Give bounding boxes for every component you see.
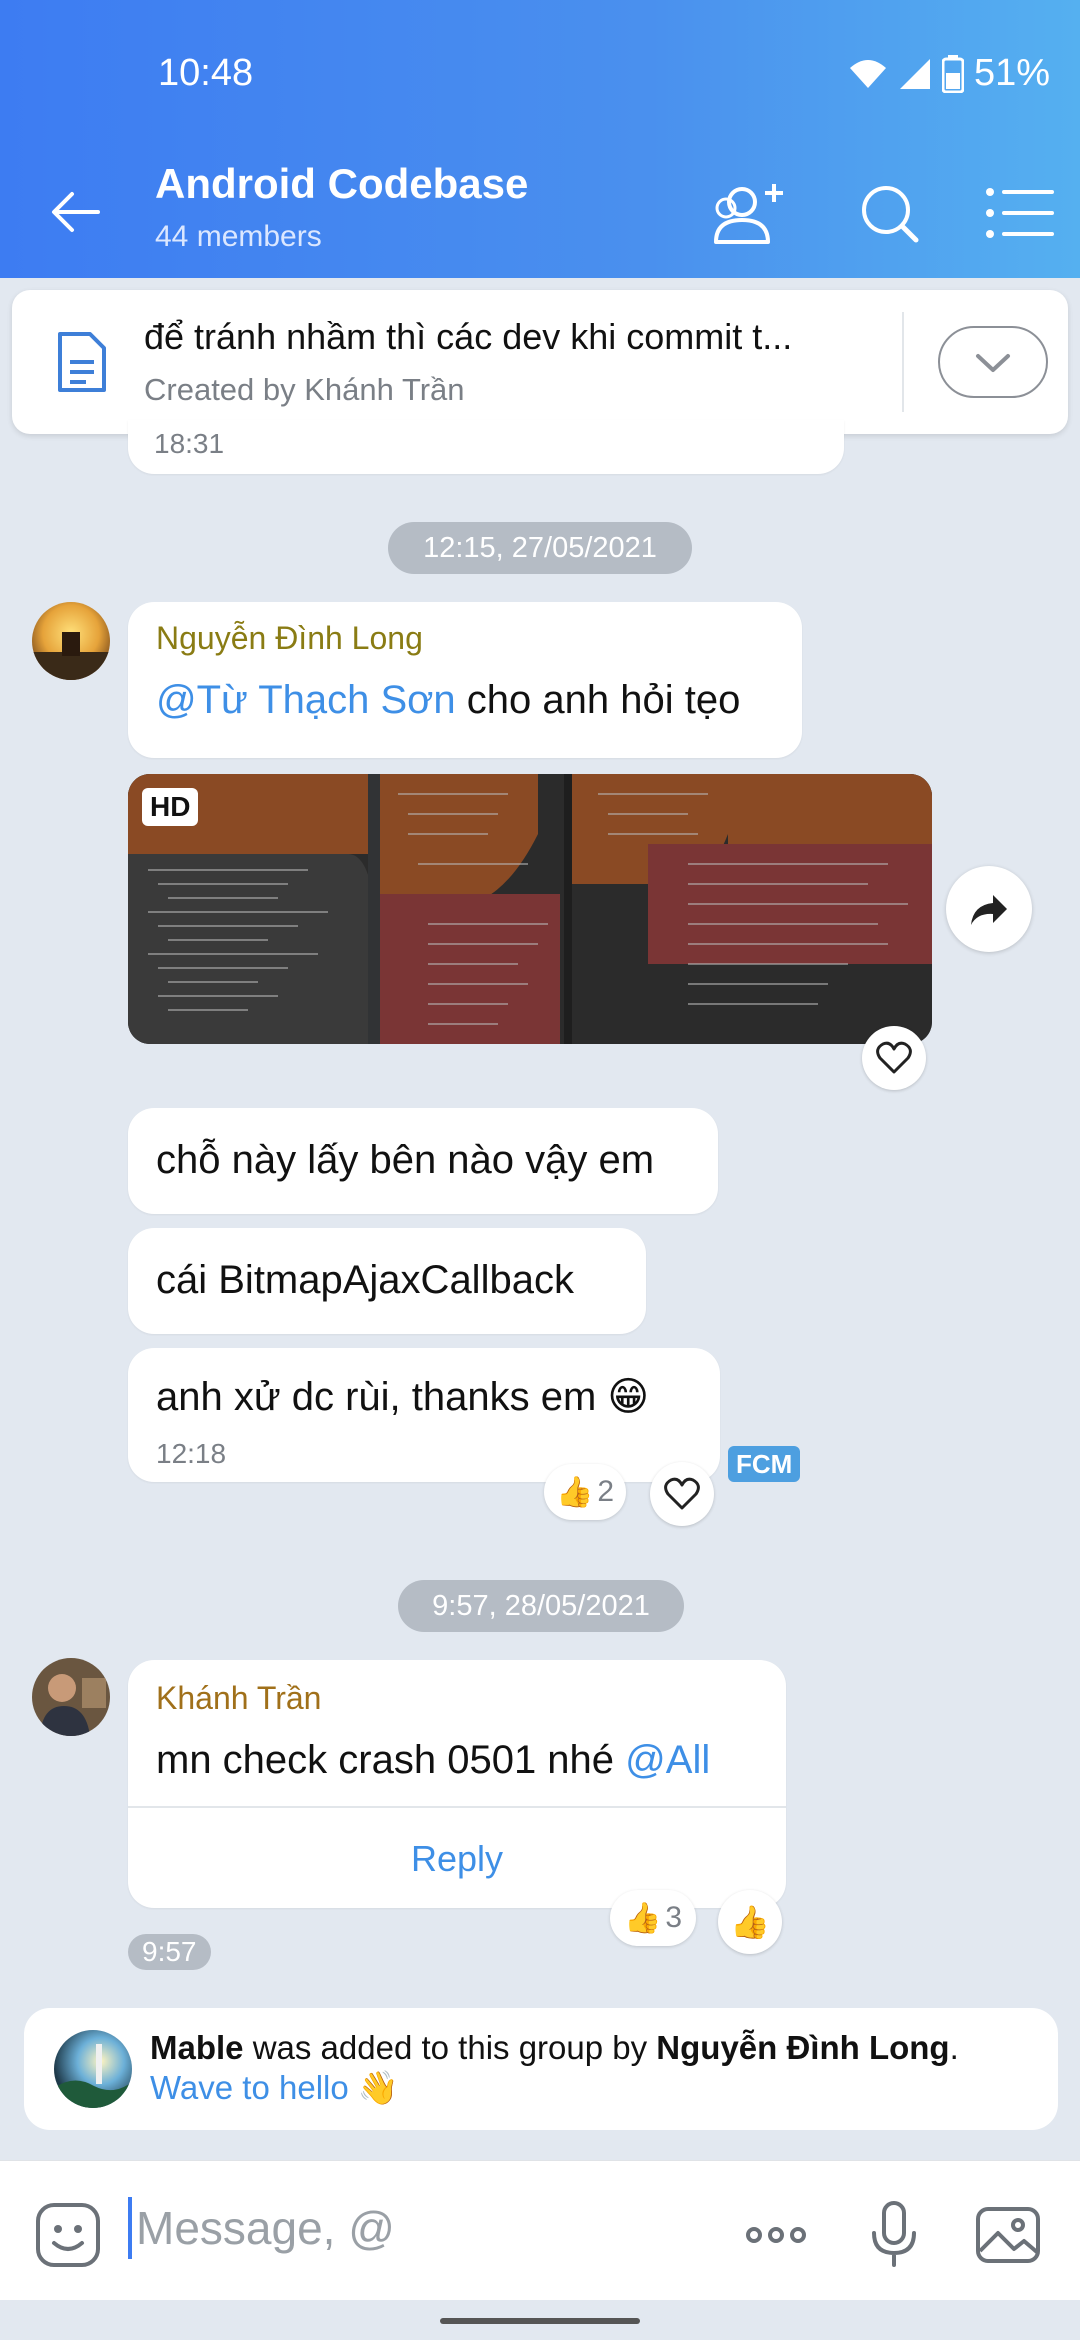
message-text: cái BitmapAjaxCallback <box>156 1258 574 1302</box>
reply-button[interactable]: Reply <box>128 1810 786 1908</box>
more-options-icon[interactable] <box>740 2199 812 2271</box>
pinned-message[interactable]: để tránh nhầm thì các dev khi commit t..… <box>12 290 1068 434</box>
member-count: 44 members <box>155 220 322 253</box>
user-name[interactable]: Nguyễn Đình Long <box>656 2029 949 2066</box>
thumbs-up-icon: 👍 <box>623 1901 662 1935</box>
back-arrow-icon[interactable] <box>44 180 108 244</box>
hd-badge: HD <box>142 788 199 826</box>
react-button[interactable] <box>650 1462 714 1526</box>
app-header: 10:48 51% Android Codebase 44 members <box>0 0 1080 278</box>
pinned-text: để tránh nhầm thì các dev khi commit t..… <box>144 316 793 357</box>
date-separator: 12:15, 27/05/2021 <box>388 522 692 574</box>
chevron-down-icon <box>976 354 1010 372</box>
message-text: mn check crash 0501 nhé @All <box>156 1738 711 1782</box>
status-time: 10:48 <box>158 52 254 94</box>
emoji-sticker-icon[interactable] <box>32 2199 104 2271</box>
message-bubble[interactable]: cái BitmapAjaxCallback <box>128 1228 646 1334</box>
thumbs-up-icon: 👍 <box>730 1904 770 1940</box>
wifi-icon <box>849 59 886 88</box>
system-notice: Mable was added to this group by Nguyễn … <box>24 2008 1058 2130</box>
react-button[interactable]: 👍 <box>718 1890 782 1954</box>
message-time: 18:31 <box>154 428 225 459</box>
forward-arrow-icon <box>971 895 1007 925</box>
avatar[interactable] <box>32 602 110 680</box>
status-icons: 51% <box>848 52 1050 95</box>
document-icon <box>58 332 106 392</box>
message-text: chỗ này lấy bên nào vậy em <box>156 1138 655 1182</box>
avatar[interactable] <box>54 2030 132 2108</box>
react-button[interactable] <box>862 1026 926 1090</box>
pinned-creator: Created by Khánh Trần <box>144 372 465 407</box>
expand-button[interactable] <box>938 326 1048 398</box>
user-name[interactable]: Mable <box>150 2029 244 2066</box>
message-text: @Từ Thạch Sơn cho anh hỏi tẹo <box>156 678 741 722</box>
message-bubble[interactable]: Nguyễn Đình Long @Từ Thạch Sơn cho anh h… <box>128 602 802 758</box>
heart-icon <box>876 1041 912 1074</box>
reaction-summary[interactable]: 👍 3 <box>610 1890 696 1946</box>
text-caret <box>128 2197 132 2259</box>
reaction-summary[interactable]: 👍 2 <box>544 1464 626 1520</box>
search-icon[interactable] <box>846 178 936 248</box>
battery-level: 51% <box>973 52 1050 94</box>
message-bubble[interactable]: Khánh Trần mn check crash 0501 nhé @All … <box>128 1660 786 1908</box>
heart-icon <box>664 1477 700 1510</box>
forward-button[interactable] <box>946 866 1032 952</box>
message-time: 12:18 <box>156 1438 227 1469</box>
message-bubble[interactable]: chỗ này lấy bên nào vậy em <box>128 1108 718 1214</box>
message-time: 9:57 <box>128 1934 211 1970</box>
wave-emoji: 👋 <box>348 2069 399 2106</box>
previous-message: 18:31 <box>128 420 844 474</box>
microphone-icon[interactable] <box>858 2199 930 2271</box>
divider <box>902 312 904 412</box>
sender-name: Nguyễn Đình Long <box>156 620 423 656</box>
reaction-count: 3 <box>665 1901 683 1934</box>
thumbs-up-icon: 👍 <box>555 1475 594 1509</box>
system-text: Mable was added to this group by Nguyễn … <box>150 2029 959 2106</box>
reaction-count: 2 <box>597 1475 615 1508</box>
mention[interactable]: @All <box>625 1738 710 1782</box>
battery-icon <box>941 54 964 93</box>
signal-icon <box>899 58 930 89</box>
fcm-badge: FCM <box>728 1446 801 1482</box>
date-separator: 9:57, 28/05/2021 <box>398 1580 684 1632</box>
image-gallery-icon[interactable] <box>972 2199 1044 2271</box>
divider <box>128 1806 786 1808</box>
mention[interactable]: @Từ Thạch Sơn <box>156 678 456 722</box>
wave-link[interactable]: Wave to hello <box>150 2069 349 2106</box>
add-member-icon[interactable] <box>706 178 796 248</box>
code-screenshot-image[interactable]: HD <box>128 774 932 1044</box>
menu-list-icon[interactable] <box>972 178 1062 248</box>
sender-name: Khánh Trần <box>156 1680 322 1716</box>
home-indicator[interactable] <box>440 2318 640 2324</box>
message-input[interactable]: Message, @ <box>128 2193 688 2263</box>
message-composer: Message, @ <box>0 2160 1080 2300</box>
message-text: anh xử dc rùi, thanks em 😁 <box>156 1375 650 1419</box>
message-bubble[interactable]: anh xử dc rùi, thanks em 😁 12:18 <box>128 1348 720 1482</box>
avatar[interactable] <box>32 1658 110 1736</box>
group-title[interactable]: Android Codebase <box>155 160 528 208</box>
